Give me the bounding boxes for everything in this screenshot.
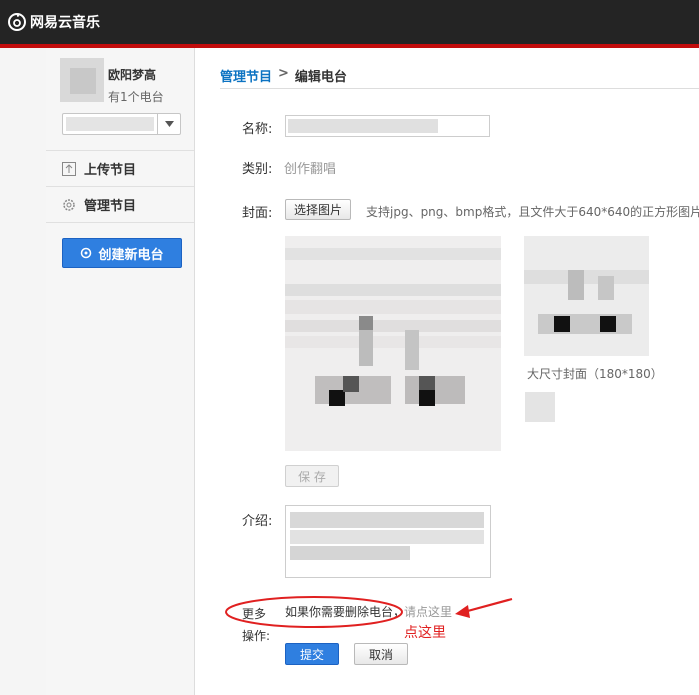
- choose-image-button[interactable]: 选择图片: [285, 199, 351, 220]
- app-title: 网易云音乐: [30, 15, 100, 31]
- save-cover-button[interactable]: 保 存: [285, 465, 339, 487]
- submit-button[interactable]: 提交: [285, 643, 339, 665]
- cancel-button[interactable]: 取消: [354, 643, 408, 665]
- annotation-arrow: [455, 597, 513, 618]
- gear-icon: [62, 198, 76, 212]
- username: 欧阳梦高: [108, 68, 157, 82]
- create-radio-label: 创建新电台: [98, 247, 164, 263]
- sidebar-item-label: 管理节目: [84, 199, 137, 214]
- create-radio-button[interactable]: 创建新电台: [62, 238, 182, 268]
- netease-music-icon: [8, 13, 26, 31]
- cover-preview-large: [285, 236, 501, 451]
- chevron-down-icon[interactable]: [157, 114, 180, 134]
- annotation-callout: 点这里: [404, 625, 446, 641]
- sidebar-item-label: 上传节目: [84, 163, 137, 178]
- sidebar: [46, 48, 195, 695]
- intro-label: 介绍:: [242, 514, 273, 529]
- top-bar: 网易云音乐: [0, 0, 699, 48]
- sidebar-item-manage[interactable]: 管理节目: [46, 186, 194, 223]
- name-input-value: [288, 119, 438, 133]
- radio-select-value: [66, 117, 154, 131]
- cover-hint: 支持jpg、png、bmp格式，且文件大于640*640的正方形图片: [366, 205, 699, 219]
- delete-radio-link[interactable]: 请点这里: [404, 603, 452, 620]
- divider: [220, 88, 699, 89]
- cover-preview-small: [524, 236, 649, 356]
- breadcrumb-current: 编辑电台: [294, 70, 347, 85]
- upload-icon: [62, 161, 76, 176]
- app-logo[interactable]: 网易云音乐: [8, 12, 100, 32]
- name-input[interactable]: [285, 115, 490, 137]
- sidebar-item-upload[interactable]: 上传节目: [46, 150, 194, 186]
- small-cover-thumb: [525, 392, 555, 422]
- category-label: 类别:: [242, 162, 273, 177]
- radio-icon: [81, 247, 92, 259]
- radio-select[interactable]: [62, 113, 181, 135]
- avatar[interactable]: [60, 58, 104, 102]
- cover-label: 封面:: [242, 206, 273, 221]
- radio-count: 有1个电台: [108, 90, 164, 104]
- name-label: 名称:: [242, 122, 273, 137]
- intro-textarea[interactable]: [285, 505, 491, 578]
- annotation-ellipse: [225, 596, 403, 628]
- breadcrumb-parent[interactable]: 管理节目: [220, 66, 272, 85]
- breadcrumb-separator: >: [278, 66, 289, 81]
- breadcrumb: 管理节目 > 编辑电台: [220, 66, 347, 85]
- large-cover-caption: 大尺寸封面（180*180）: [527, 367, 663, 381]
- category-value: 创作翻唱: [284, 162, 337, 177]
